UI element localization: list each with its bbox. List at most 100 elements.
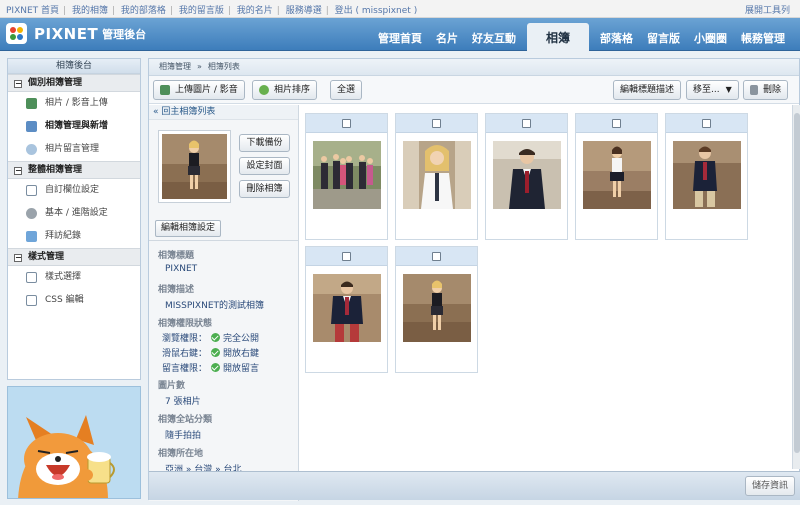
sidebar-section-style[interactable]: − 樣式管理 [8, 248, 140, 266]
top-link-home[interactable]: PIXNET 首頁 [6, 6, 59, 16]
delete-button-label: 刪除 [763, 85, 782, 95]
sidebar-item-label: 相片 / 影音上傳 [45, 98, 108, 108]
sidebar-section-global[interactable]: − 整體相簿管理 [8, 161, 140, 179]
delete-button[interactable]: 刪除 [743, 80, 789, 100]
check-icon [211, 363, 221, 372]
tab-albums[interactable]: 相簿 [526, 23, 589, 51]
sidebar-item-settings[interactable]: 基本 / 進階設定 [8, 202, 140, 225]
photo-thumbnail[interactable] [313, 141, 381, 209]
photo-thumbnail[interactable] [313, 274, 381, 342]
footer-bar: 儲存資訊 [149, 471, 800, 500]
album-permission-label: 相簿權限狀態 [158, 319, 213, 329]
photo-checkbox[interactable] [432, 251, 441, 261]
sidebar-section-album[interactable]: − 個別相簿管理 [8, 74, 140, 92]
sidebar-item-label: 相簿管理與新增 [45, 121, 109, 131]
upload-icon [160, 85, 170, 95]
field-icon [26, 185, 37, 196]
photo-card[interactable] [665, 113, 748, 240]
select-all-button[interactable]: 全選 [330, 80, 363, 100]
breadcrumb-album-list: 相簿列表 [207, 62, 240, 71]
breadcrumb-album-manage[interactable]: 相簿管理 [159, 62, 191, 71]
edit-album-settings-button[interactable]: 編輯相簿設定 [155, 220, 221, 237]
tab-friends[interactable]: 好友互動 [465, 27, 523, 51]
photo-checkbox[interactable] [522, 118, 531, 128]
sidebar-item-visits[interactable]: 拜訪紀錄 [8, 225, 140, 248]
photo-thumbnail[interactable] [403, 141, 471, 209]
tab-card[interactable]: 名片 [429, 27, 465, 51]
top-link-guestbook[interactable]: 我的留言版 [179, 6, 224, 16]
sidebar-item-comments[interactable]: 相片留言管理 [8, 138, 140, 161]
expand-toolbar-link[interactable]: 展開工具列 [745, 3, 790, 16]
tab-blog[interactable]: 部落格 [593, 27, 640, 51]
breadcrumb-separator: » [197, 62, 202, 71]
sidebar-item-style-select[interactable]: 樣式選擇 [8, 266, 140, 289]
album-title-value: PIXNET [165, 264, 198, 274]
sidebar-item-custom-fields[interactable]: 自訂欄位設定 [8, 179, 140, 202]
photo-checkbox[interactable] [432, 118, 441, 128]
photo-checkbox[interactable] [342, 251, 351, 261]
scrollbar-thumb[interactable] [794, 113, 800, 453]
sidebar-item-label: 相片留言管理 [45, 144, 100, 154]
upload-button[interactable]: 上傳圖片 / 影音 [153, 80, 245, 100]
photo-count-label: 圖片數 [158, 381, 186, 391]
photo-checkbox[interactable] [702, 118, 711, 128]
album-category-label: 相簿全站分類 [158, 415, 213, 425]
collapse-icon: − [14, 253, 22, 262]
vertical-scrollbar[interactable] [792, 105, 800, 469]
sidebar-item-label: 自訂欄位設定 [45, 185, 100, 195]
sidebar-title: 相簿後台 [8, 59, 140, 74]
photo-thumbnail[interactable] [493, 141, 561, 209]
album-desc-value: MISSPIXNET的測試相簿 [165, 301, 265, 311]
css-icon [26, 295, 37, 306]
photo-thumbnail[interactable] [403, 274, 471, 342]
top-link-albums[interactable]: 我的相簿 [72, 6, 108, 16]
chevron-down-icon: ▼ [725, 85, 732, 94]
logo-text: PIXNET [34, 24, 99, 43]
logo-icon [6, 23, 27, 44]
sidebar-item-album-manage[interactable]: 相簿管理與新增 [8, 115, 140, 138]
album-icon [26, 121, 37, 132]
save-info-button[interactable]: 儲存資訊 [744, 476, 795, 496]
back-to-album-list-link[interactable]: « 回主相簿列表 [149, 105, 298, 120]
photo-card[interactable] [485, 113, 568, 240]
album-category-info: 相簿全站分類 隨手拍拍 [158, 412, 212, 441]
sort-photos-button[interactable]: 相片排序 [252, 80, 318, 100]
top-link-logout[interactable]: 登出 ( misspixnet ) [335, 6, 418, 16]
set-cover-button[interactable]: 設定封面 [239, 157, 290, 175]
photo-checkbox[interactable] [612, 118, 621, 128]
tab-billing[interactable]: 帳務管理 [734, 27, 792, 51]
top-link-card[interactable]: 我的名片 [237, 6, 273, 16]
sidebar-item-upload[interactable]: 相片 / 影音上傳 [8, 92, 140, 115]
permission-comment: 留言權限： 開放留言 [158, 361, 259, 374]
edit-title-desc-button[interactable]: 編輯標題描述 [613, 80, 682, 100]
photo-thumbnail[interactable] [583, 141, 651, 209]
download-backup-button[interactable]: 下載備份 [239, 134, 290, 152]
move-to-dropdown[interactable]: 移至... ▼ [686, 80, 739, 100]
permission-value: 開放留言 [223, 364, 260, 374]
main-nav: 管理首頁 名片 好友互動 相簿 部落格 留言版 小圈圈 帳務管理 [371, 22, 792, 51]
album-permission-info: 相簿權限狀態 瀏覽權限： 完全公開 滑鼠右鍵： 開放右鍵 留言權限： 開放留言 [158, 316, 259, 374]
pixnet-logo[interactable]: PIXNET 管理後台 [6, 23, 146, 44]
sidebar-item-label: 拜訪紀錄 [45, 231, 82, 241]
photo-checkbox[interactable] [342, 118, 351, 128]
gear-icon [26, 208, 37, 219]
photo-thumbnail[interactable] [673, 141, 741, 209]
delete-album-button[interactable]: 刪除相簿 [239, 180, 290, 198]
tab-guestbook[interactable]: 留言版 [640, 27, 687, 51]
photo-card[interactable] [395, 246, 478, 373]
photo-card[interactable] [305, 246, 388, 373]
tab-groups[interactable]: 小圈圈 [687, 27, 734, 51]
album-category-value: 隨手拍拍 [165, 431, 202, 441]
sidebar-section-label: 整體相簿管理 [28, 165, 83, 175]
top-link-services[interactable]: 服務導選 [286, 6, 322, 16]
top-link-bar: PIXNET 首頁 | 我的相簿 | 我的部落格 | 我的留言版 | 我的名片 | 服務導… [0, 0, 800, 18]
photo-card[interactable] [575, 113, 658, 240]
photo-card[interactable] [305, 113, 388, 240]
tab-dashboard[interactable]: 管理首頁 [371, 27, 429, 51]
sort-button-label: 相片排序 [274, 85, 311, 95]
sidebar-item-css[interactable]: CSS 編輯 [8, 289, 140, 312]
top-link-blog[interactable]: 我的部落格 [121, 6, 166, 16]
photo-card[interactable] [395, 113, 478, 240]
refresh-icon [259, 85, 269, 95]
trash-icon [750, 85, 758, 95]
